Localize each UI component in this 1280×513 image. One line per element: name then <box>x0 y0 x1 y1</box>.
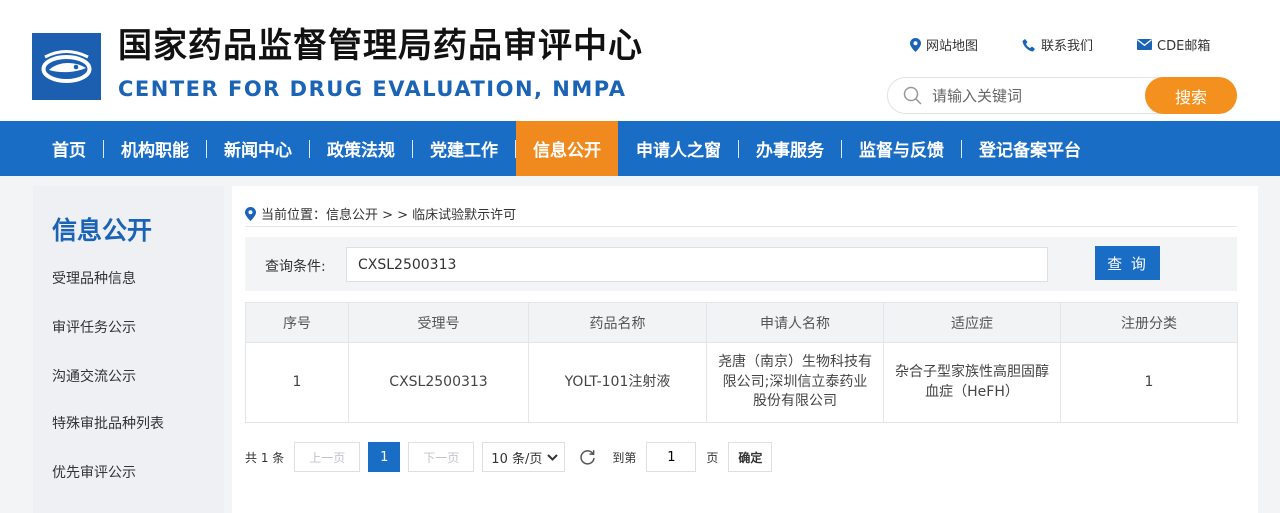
total-count: 共 1 条 <box>245 450 285 465</box>
breadcrumb-text: 当前位置：信息公开 > > 临床试验默示许可 <box>261 208 517 223</box>
next-page-button[interactable]: 下一页 <box>408 442 475 472</box>
sidebar-item-review-tasks[interactable]: 审评任务公示 <box>52 317 136 337</box>
table-header-row: 序号 受理号 药品名称 申请人名称 适应症 注册分类 <box>245 302 1238 343</box>
nav-item-functions[interactable]: 机构职能 <box>104 121 206 176</box>
page-suffix: 页 <box>706 450 719 465</box>
sidebar-title: 信息公开 <box>52 216 153 245</box>
nav-item-home[interactable]: 首页 <box>35 121 103 176</box>
search-box: 搜索 <box>887 77 1237 114</box>
sidebar-item-accepted-varieties[interactable]: 受理品种信息 <box>52 268 136 288</box>
nav-item-registration[interactable]: 登记备案平台 <box>962 121 1098 176</box>
nav-item-party[interactable]: 党建工作 <box>413 121 515 176</box>
prev-page-button[interactable]: 上一页 <box>294 442 361 472</box>
nav-item-news[interactable]: 新闻中心 <box>207 121 309 176</box>
breadcrumb: 当前位置：信息公开 > > 临床试验默示许可 <box>245 204 516 223</box>
refresh-icon <box>580 449 596 465</box>
site-header: 国家药品监督管理局药品审评中心 CENTER FOR DRUG EVALUATI… <box>0 0 1280 121</box>
query-bar: 查询条件: 查 询 <box>245 237 1237 291</box>
chevron-down-icon <box>547 453 559 461</box>
phone-icon <box>1022 38 1036 51</box>
header-drug-name: 药品名称 <box>528 302 707 343</box>
table-row[interactable]: 1 CXSL2500313 YOLT-101注射液 尧唐（南京）生物科技有限公司… <box>245 342 1238 423</box>
query-input[interactable] <box>346 247 1048 282</box>
page-size-select[interactable]: 10 条/页 <box>482 442 566 472</box>
top-links: 网站地图 联系我们 CDE邮箱 <box>910 35 1210 54</box>
cell-serial: 1 <box>245 342 349 423</box>
mail-icon <box>1137 39 1153 50</box>
cde-mail-link[interactable]: CDE邮箱 <box>1137 35 1210 54</box>
refresh-button[interactable] <box>579 449 596 466</box>
search-input[interactable] <box>932 83 1132 109</box>
sitemap-link[interactable]: 网站地图 <box>910 35 978 54</box>
logo-icon[interactable] <box>32 33 101 100</box>
cell-applicant: 尧唐（南京）生物科技有限公司;深圳信立泰药业股份有限公司 <box>706 342 884 423</box>
contact-link[interactable]: 联系我们 <box>1022 35 1093 54</box>
header-indication: 适应症 <box>883 302 1061 343</box>
sitemap-link-label: 网站地图 <box>926 39 979 54</box>
main-content: 当前位置：信息公开 > > 临床试验默示许可 查询条件: 查 询 序号 受理号 … <box>232 186 1258 513</box>
header-serial: 序号 <box>245 302 349 343</box>
contact-link-label: 联系我们 <box>1041 39 1094 54</box>
result-table: 序号 受理号 药品名称 申请人名称 适应症 注册分类 1 CXSL2500313… <box>245 302 1238 423</box>
site-title-en: CENTER FOR DRUG EVALUATION, NMPA <box>118 77 627 101</box>
sidebar: 信息公开 受理品种信息 审评任务公示 沟通交流公示 特殊审批品种列表 优先审评公… <box>33 186 224 513</box>
header-acceptance-no: 受理号 <box>348 302 529 343</box>
nav-item-applicant[interactable]: 申请人之窗 <box>619 121 738 176</box>
query-button[interactable]: 查 询 <box>1095 246 1160 280</box>
sidebar-item-communication[interactable]: 沟通交流公示 <box>52 366 136 386</box>
nav-item-policy[interactable]: 政策法规 <box>310 121 412 176</box>
query-label: 查询条件: <box>265 259 326 275</box>
site-title-cn: 国家药品监督管理局药品审评中心 <box>118 26 643 66</box>
sidebar-item-special-approval[interactable]: 特殊审批品种列表 <box>52 413 164 433</box>
nav-item-info-disclosure[interactable]: 信息公开 <box>516 121 618 176</box>
divider <box>245 226 1237 227</box>
cde-mail-link-label: CDE邮箱 <box>1157 39 1211 54</box>
page-size-value: 10 条/页 <box>491 451 543 467</box>
header-registration-class: 注册分类 <box>1060 302 1238 343</box>
goto-label: 到第 <box>612 450 637 465</box>
search-icon <box>903 86 922 105</box>
sidebar-item-priority-review[interactable]: 优先审评公示 <box>52 462 136 482</box>
search-button[interactable]: 搜索 <box>1145 77 1237 114</box>
cell-registration-class: 1 <box>1060 342 1238 423</box>
location-pin-icon <box>910 37 921 52</box>
cell-acceptance-no[interactable]: CXSL2500313 <box>348 342 529 423</box>
cell-indication: 杂合子型家族性高胆固醇血症（HeFH） <box>883 342 1061 423</box>
confirm-button[interactable]: 确定 <box>728 442 773 472</box>
main-nav: 首页 机构职能 新闻中心 政策法规 党建工作 信息公开 申请人之窗 办事服务 监… <box>0 121 1280 176</box>
location-pin-icon <box>245 206 256 221</box>
nav-item-supervision[interactable]: 监督与反馈 <box>842 121 961 176</box>
goto-page-input[interactable] <box>646 442 697 472</box>
cell-drug-name[interactable]: YOLT-101注射液 <box>528 342 707 423</box>
current-page[interactable]: 1 <box>368 442 401 472</box>
pagination: 共 1 条 上一页 1 下一页 10 条/页 到第 页 确定 <box>245 441 773 473</box>
header-applicant: 申请人名称 <box>706 302 884 343</box>
nav-item-services[interactable]: 办事服务 <box>739 121 841 176</box>
